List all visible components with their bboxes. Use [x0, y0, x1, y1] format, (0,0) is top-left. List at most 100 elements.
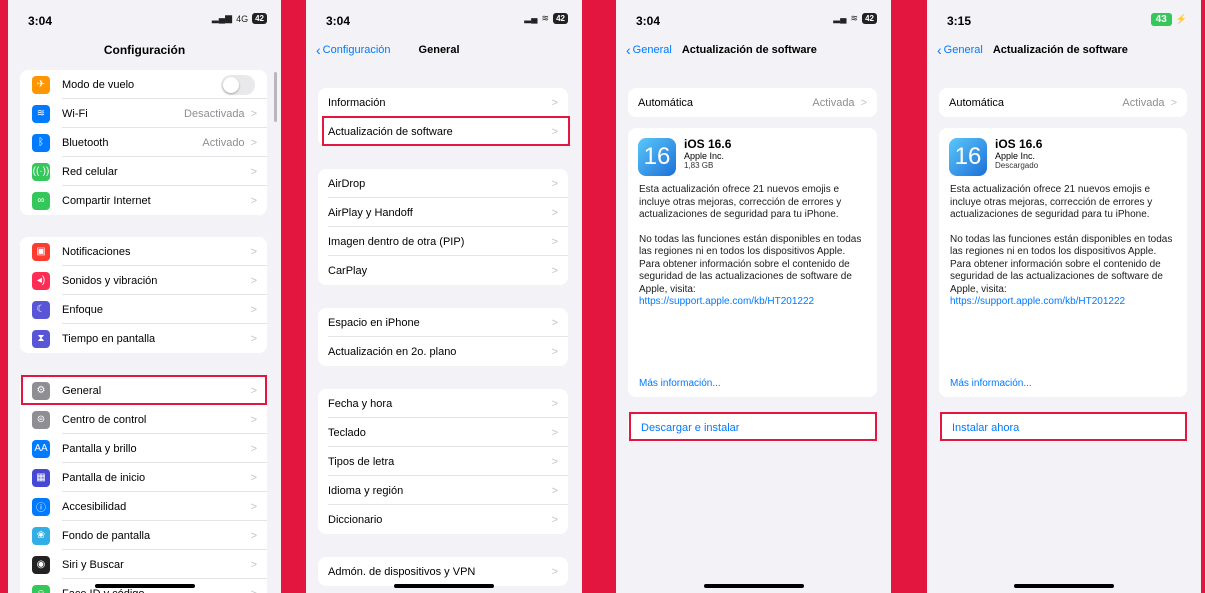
signal-icon: ▂▄	[833, 13, 847, 23]
settings-row-label: Bluetooth	[62, 136, 109, 149]
chevron-right-icon: >	[250, 442, 257, 455]
general-row[interactable]: Teclado >	[318, 418, 568, 447]
chevron-right-icon: >	[250, 500, 257, 513]
update-name: iOS 16.6	[684, 137, 732, 151]
general-row[interactable]: Espacio en iPhone >	[318, 308, 568, 337]
general-row[interactable]: Actualización en 2o. plano >	[318, 337, 568, 366]
status-indicators: 43 ⚡	[1150, 13, 1187, 26]
general-row[interactable]: Admón. de dispositivos y VPN >	[318, 557, 568, 586]
update-vendor: Apple Inc.	[995, 151, 1036, 161]
wifi-status-icon: ≋	[850, 13, 859, 23]
chevron-left-icon[interactable]: ‹	[937, 43, 942, 57]
ios-logo-icon: 16	[949, 138, 987, 176]
more-info-link[interactable]: Más información...	[639, 378, 721, 389]
general-row-label: Imagen dentro de otra (PIP)	[328, 235, 465, 248]
sound-icon: ◂)	[32, 271, 50, 290]
chevron-right-icon: >	[551, 565, 558, 578]
battery-icon: 42	[252, 13, 267, 24]
status-indicators: ▂▄ ≋ 42	[833, 13, 877, 24]
settings-row[interactable]: ≋ Wi-Fi Desactivada >	[20, 99, 267, 128]
general-row-label: CarPlay	[328, 264, 368, 277]
general-group-sharing: AirDrop > AirPlay y Handoff > Imagen dentro …	[318, 169, 568, 285]
general-row[interactable]: AirPlay y Handoff >	[318, 198, 568, 227]
update-description: Esta actualización ofrece 21 nuevos emoj…	[950, 184, 1177, 309]
settings-row[interactable]: ⧗ Tiempo en pantalla >	[20, 324, 267, 353]
general-row[interactable]: AirDrop >	[318, 169, 568, 198]
chevron-right-icon: >	[551, 264, 558, 277]
settings-row[interactable]: ▣ Notificaciones >	[20, 237, 267, 266]
settings-row[interactable]: ⓘ Accesibilidad >	[20, 492, 267, 521]
back-button[interactable]: General	[633, 44, 672, 56]
settings-row-label: Red celular	[62, 165, 118, 178]
home-indicator[interactable]	[394, 584, 494, 588]
chevron-right-icon: >	[250, 136, 257, 149]
chevron-right-icon: >	[250, 107, 257, 120]
settings-row[interactable]: ⚙ General >	[20, 376, 267, 405]
battery-icon: 43	[1150, 13, 1172, 26]
home-indicator[interactable]	[1014, 584, 1114, 588]
settings-group-notifications: ▣ Notificaciones > ◂) Sonidos y vibración > ☾ E…	[20, 237, 267, 353]
automatic-updates-group: Automática Activada >	[628, 88, 877, 117]
settings-row[interactable]: ❀ Fondo de pantalla >	[20, 521, 267, 550]
chevron-left-icon[interactable]: ‹	[626, 43, 631, 57]
home-indicator[interactable]	[703, 584, 804, 588]
home-indicator[interactable]	[94, 584, 195, 588]
settings-row-label: Face ID y código	[62, 588, 251, 593]
chevron-right-icon: >	[250, 274, 257, 287]
back-button[interactable]: General	[944, 44, 983, 56]
settings-row[interactable]: ▦ Pantalla de inicio >	[20, 463, 267, 492]
settings-row-label: Fondo de pantalla	[62, 529, 151, 542]
general-row-label: Información	[328, 96, 386, 109]
settings-row-value: Desactivada	[184, 107, 245, 120]
chevron-right-icon: >	[250, 558, 257, 571]
general-row[interactable]: Tipos de letra >	[318, 447, 568, 476]
general-row-label: Teclado	[328, 426, 366, 439]
page-title: General	[418, 44, 460, 56]
general-row[interactable]: CarPlay >	[318, 256, 568, 285]
settings-row[interactable]: ᛒ Bluetooth Activado >	[20, 128, 267, 157]
general-screen: 3:04 ▂▄ ≋ 42 ‹ Configuración General Inf…	[306, 0, 582, 593]
support-link[interactable]: https://support.apple.com/kb/HT201222	[639, 296, 867, 309]
settings-group-connectivity: ✈ Modo de vuelo ≋ Wi-Fi Desactivada > ᛒ Bluetoo…	[20, 70, 267, 215]
ios-logo-icon: 16	[638, 138, 676, 176]
automatic-updates-row[interactable]: Automática Activada >	[939, 88, 1187, 117]
general-row[interactable]: Información >	[318, 88, 568, 117]
scrollbar[interactable]	[274, 72, 277, 122]
settings-row[interactable]: ((·)) Red celular >	[20, 157, 267, 186]
settings-row[interactable]: ✈ Modo de vuelo	[20, 70, 267, 99]
settings-row[interactable]: ◉ Siri y Buscar >	[20, 550, 267, 579]
chevron-right-icon: >	[551, 484, 558, 497]
update-desc-paragraph: No todas las funciones están disponibles…	[950, 233, 1173, 295]
settings-row[interactable]: ∞ Compartir Internet >	[20, 186, 267, 215]
support-link[interactable]: https://support.apple.com/kb/HT201222	[950, 296, 1177, 309]
settings-row[interactable]: AA Pantalla y brillo >	[20, 434, 267, 463]
general-row[interactable]: Fecha y hora >	[318, 389, 568, 418]
general-row[interactable]: Actualización de software >	[318, 117, 568, 146]
chevron-right-icon: >	[250, 303, 257, 316]
more-info-link[interactable]: Más información...	[950, 378, 1032, 389]
general-row[interactable]: Idioma y región >	[318, 476, 568, 505]
settings-row-label: Centro de control	[62, 413, 147, 426]
back-button[interactable]: Configuración	[323, 44, 391, 56]
settings-row[interactable]: ⊜ Centro de control >	[20, 405, 267, 434]
general-row[interactable]: Diccionario >	[318, 505, 568, 534]
automatic-label: Automática	[949, 96, 1005, 109]
settings-screen: 3:04 ▂▄▆ 4G 42 Configuración ✈ Modo de vu…	[8, 0, 281, 593]
automatic-updates-row[interactable]: Automática Activada >	[628, 88, 877, 117]
wifi-icon: ≋	[32, 104, 50, 123]
airplane-mode-toggle[interactable]	[221, 74, 255, 95]
update-desc-paragraph: No todas las funciones están disponibles…	[639, 233, 862, 295]
chevron-right-icon: >	[251, 588, 257, 593]
chevron-right-icon: >	[551, 397, 558, 410]
charging-icon: ⚡	[1175, 14, 1187, 24]
chevron-left-icon[interactable]: ‹	[316, 43, 321, 57]
settings-row[interactable]: ◂) Sonidos y vibración >	[20, 266, 267, 295]
general-row-label: Espacio en iPhone	[328, 316, 420, 329]
install-now-button[interactable]: Instalar ahora	[939, 414, 1187, 442]
general-row[interactable]: Imagen dentro de otra (PIP) >	[318, 227, 568, 256]
wifi-status-icon: ≋	[541, 13, 550, 23]
general-row-label: Tipos de letra	[328, 455, 395, 468]
download-install-button[interactable]: Descargar e instalar	[628, 414, 877, 442]
settings-row[interactable]: ☾ Enfoque >	[20, 295, 267, 324]
chevron-right-icon: >	[1170, 96, 1177, 109]
